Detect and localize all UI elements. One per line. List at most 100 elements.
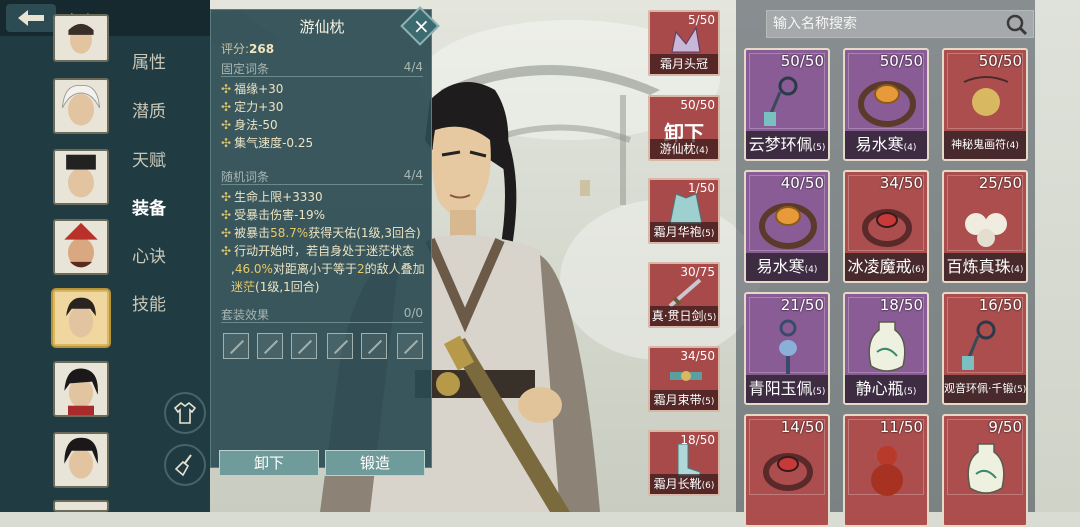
equipped-slot[interactable]: 卸下 50/50 游仙枕(4) xyxy=(648,95,720,161)
item-name-text: 冰凌魔戒 xyxy=(847,257,912,276)
equipped-slot[interactable]: 5/50 霜月头冠 xyxy=(648,10,720,76)
item-name: 霜月长靴(6) xyxy=(650,474,718,494)
inventory-item[interactable]: 9/50 xyxy=(942,414,1028,527)
portrait-4[interactable] xyxy=(53,219,109,275)
item-name-text: 青阳玉佩 xyxy=(748,379,813,398)
fixed-stat: ✣ 定力+30 xyxy=(221,98,431,115)
character-avatar xyxy=(55,434,107,486)
equipped-slot[interactable]: 30/75 真·贯日剑(5) xyxy=(648,262,720,328)
stat-text: 身法-50 xyxy=(234,118,278,132)
portrait-6[interactable] xyxy=(53,361,109,417)
search-icon[interactable] xyxy=(1005,13,1029,37)
durability-count: 18/50 xyxy=(680,433,715,447)
item-name-text: 霜月束带 xyxy=(653,393,702,407)
item-name-text: 易水寒 xyxy=(855,135,904,154)
inventory-item[interactable]: 21/50 青阳玉佩(5) xyxy=(744,292,830,405)
random-stat: ✣ 被暴击58.7%获得天佑(1级,3回合) xyxy=(221,224,431,241)
stat-highlight: 46.0% xyxy=(234,262,273,276)
belt-icon xyxy=(670,371,702,381)
tab-equipment[interactable]: 装备 xyxy=(132,194,166,219)
tab-mind-art[interactable]: 心诀 xyxy=(132,242,166,267)
pearl-icon xyxy=(965,213,1007,247)
divider xyxy=(221,184,423,185)
character-avatar xyxy=(55,151,107,203)
pendant-icon xyxy=(962,320,996,370)
stat-text: 被暴击 xyxy=(234,226,271,240)
outfit-button[interactable] xyxy=(164,392,206,434)
stat-text: 定力+30 xyxy=(234,100,284,114)
inventory-item[interactable]: 16/50 观音环佩·千锻(5) xyxy=(942,292,1028,405)
ring-icon xyxy=(862,209,912,247)
equipped-slot[interactable]: 18/50 霜月长靴(6) xyxy=(648,430,720,496)
inventory-item[interactable]: 34/50 冰凌魔戒(6) xyxy=(843,170,929,283)
unequip-button[interactable]: 卸下 xyxy=(219,450,319,476)
equipped-slot[interactable]: 1/50 霜月华袍(5) xyxy=(648,178,720,244)
tab-potential[interactable]: 潜质 xyxy=(132,97,166,122)
item-name: 游仙枕 xyxy=(299,18,345,36)
inventory-item[interactable]: 14/50 xyxy=(744,414,830,527)
tab-attributes[interactable]: 属性 xyxy=(132,48,166,73)
divider xyxy=(221,76,423,77)
sword-icon xyxy=(668,278,702,308)
item-name: 观音环佩·千锻(5) xyxy=(944,375,1026,403)
forge-button[interactable]: 锻造 xyxy=(325,450,425,476)
item-level: (5) xyxy=(701,229,715,239)
set-slot-icon xyxy=(291,333,317,359)
item-level: (5) xyxy=(903,387,917,397)
inventory-item[interactable]: 50/50 易水寒(4) xyxy=(843,48,929,161)
portrait-8[interactable] xyxy=(53,500,109,512)
portrait-5-selected[interactable] xyxy=(53,290,109,346)
stat-bullet-icon: ✣ xyxy=(221,136,232,150)
item-name-text: 易水寒 xyxy=(756,257,805,276)
stat-text: 行动开始时，若自身处于迷茫状态 xyxy=(234,244,415,258)
inventory-item[interactable]: 50/50 云梦环佩(5) xyxy=(744,48,830,161)
item-level: (4) xyxy=(804,265,818,275)
right-edge-scenery xyxy=(1035,0,1080,512)
portrait-2[interactable] xyxy=(53,78,109,134)
bottle-icon xyxy=(868,321,906,372)
charm-icon xyxy=(963,76,1009,116)
item-detail-panel: 游仙枕 × 评分:268 固定词条 4/4 ✣ 福缘+30 ✣ 定力+30 ✣ 身法-… xyxy=(210,6,440,476)
portrait-1[interactable] xyxy=(53,14,109,62)
durability-count: 40/50 xyxy=(780,174,824,192)
item-name-text: 观音环佩·千锻 xyxy=(944,382,1014,395)
portrait-3[interactable] xyxy=(53,149,109,205)
inventory-item[interactable]: 40/50 易水寒(4) xyxy=(744,170,830,283)
inventory-item[interactable]: 50/50 神秘鬼画符(4) xyxy=(942,48,1028,161)
character-avatar xyxy=(55,80,107,132)
back-arrow-icon xyxy=(18,10,44,26)
inventory-item[interactable]: 11/50 xyxy=(843,414,929,527)
set-slot-icon xyxy=(223,333,249,359)
back-button[interactable] xyxy=(6,4,56,32)
stat-highlight: 58.7% xyxy=(270,226,309,240)
random-stats-title: 随机词条 xyxy=(221,170,270,184)
durability-count: 50/50 xyxy=(680,98,715,112)
fixed-stat: ✣ 身法-50 xyxy=(221,116,431,133)
stat-highlight: 迷茫 xyxy=(231,280,256,294)
bracelet-icon xyxy=(858,81,916,127)
durability-count: 11/50 xyxy=(879,418,923,436)
equipped-slot[interactable]: 34/50 霜月束带(5) xyxy=(648,346,720,412)
portrait-7[interactable] xyxy=(53,432,109,488)
search-input[interactable] xyxy=(773,14,993,34)
tab-skills[interactable]: 技能 xyxy=(132,290,166,315)
stat-bullet-icon: ✣ xyxy=(221,118,232,132)
inventory-item[interactable]: 18/50 静心瓶(5) xyxy=(843,292,929,405)
clean-button[interactable] xyxy=(164,444,206,486)
item-name: 霜月华袍(5) xyxy=(650,222,718,242)
durability-count: 14/50 xyxy=(780,418,824,436)
item-name: 霜月束带(5) xyxy=(650,390,718,410)
durability-count: 50/50 xyxy=(780,52,824,70)
stat-text: 对距离小于等于 xyxy=(272,262,357,276)
durability-count: 21/50 xyxy=(780,296,824,314)
durability-count: 9/50 xyxy=(988,418,1022,436)
durability-count: 16/50 xyxy=(978,296,1022,314)
character-avatar xyxy=(55,363,107,415)
bottle-icon xyxy=(967,443,1005,494)
score-label: 评分: xyxy=(221,42,250,56)
fixed-stats-header: 固定词条 4/4 xyxy=(221,60,423,77)
tab-talent[interactable]: 天赋 xyxy=(132,146,166,171)
inventory-item[interactable]: 25/50 百炼真珠(4) xyxy=(942,170,1028,283)
fixed-stat: ✣ 集气速度-0.25 xyxy=(221,134,431,151)
boots-icon xyxy=(677,443,701,477)
